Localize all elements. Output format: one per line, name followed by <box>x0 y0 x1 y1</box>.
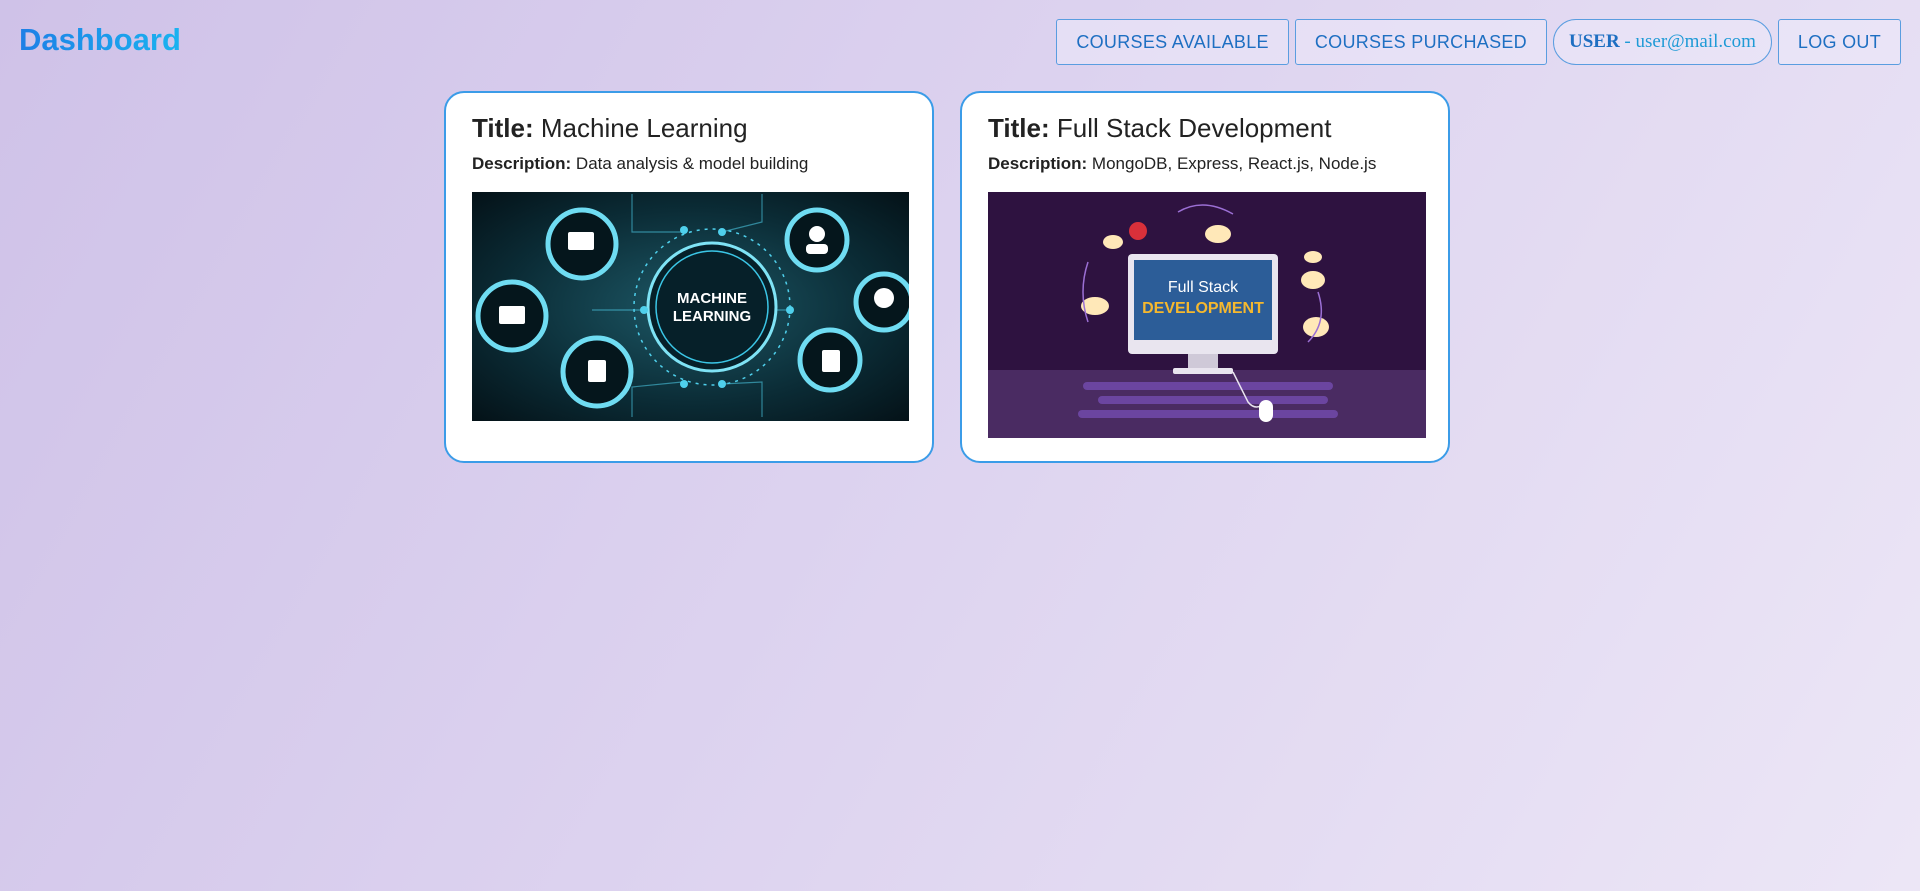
course-description-label: Description: <box>988 154 1088 173</box>
courses-available-button[interactable]: COURSES AVAILABLE <box>1056 19 1289 65</box>
ml-image-text-line1: MACHINE <box>677 290 747 307</box>
course-title-value: Machine Learning <box>540 113 748 143</box>
course-title: Title: Full Stack Development <box>988 113 1422 144</box>
user-separator: - <box>1619 31 1636 52</box>
course-image-full-stack: Full Stack DEVELOPMENT <box>988 192 1426 438</box>
course-description: Description: Data analysis & model build… <box>472 154 906 174</box>
fs-image-text-line2: DEVELOPMENT <box>1142 300 1264 317</box>
user-email: user@mail.com <box>1635 31 1756 52</box>
course-title: Title: Machine Learning <box>472 113 906 144</box>
course-card[interactable]: Title: Machine Learning Description: Dat… <box>444 91 934 463</box>
user-label: USER <box>1568 31 1620 52</box>
logout-button[interactable]: LOG OUT <box>1777 19 1901 65</box>
course-title-label: Title: <box>988 113 1050 143</box>
courses-purchased-button[interactable]: COURSES PURCHASED <box>1294 19 1547 65</box>
fs-image-text-line1: Full Stack <box>1168 279 1239 296</box>
course-card[interactable]: Title: Full Stack Development Descriptio… <box>960 91 1450 463</box>
ml-image-text-line2: LEARNING <box>673 308 751 325</box>
course-description-label: Description: <box>472 154 572 173</box>
course-image-machine-learning: MACHINE LEARNING <box>472 192 909 421</box>
course-title-label: Title: <box>472 113 534 143</box>
dashboard-title: Dashboard <box>19 22 181 57</box>
top-nav: COURSES AVAILABLE COURSES PURCHASED USER… <box>1056 19 1901 65</box>
course-list: Title: Machine Learning Description: Dat… <box>444 91 1450 463</box>
course-description: Description: MongoDB, Express, React.js,… <box>988 154 1422 174</box>
user-badge[interactable]: USER - user@mail.com <box>1552 19 1772 65</box>
course-description-value: Data analysis & model building <box>575 154 809 173</box>
course-description-value: MongoDB, Express, React.js, Node.js <box>1091 154 1377 173</box>
course-title-value: Full Stack Development <box>1056 113 1332 143</box>
